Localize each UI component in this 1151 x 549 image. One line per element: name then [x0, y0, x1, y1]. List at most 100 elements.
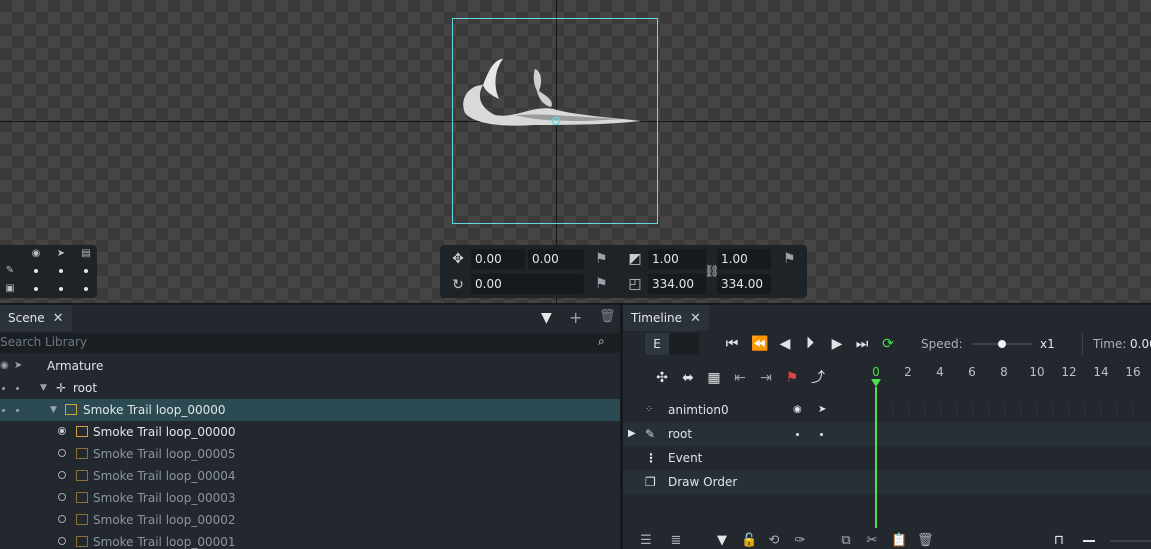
library-search[interactable]: Search Library ⌕ [0, 333, 620, 353]
rotation-input[interactable]: 0.00 [471, 274, 584, 294]
lock-toggle[interactable] [59, 287, 63, 291]
play-icon[interactable]: ⏵ [802, 335, 818, 352]
display-radio[interactable] [58, 449, 66, 457]
tree-node-slot[interactable]: ▼ Smoke Trail loop_00000 [0, 399, 620, 421]
close-icon[interactable]: ✕ [690, 311, 701, 326]
cursor-icon[interactable]: ➤ [55, 248, 67, 259]
zoom-out-icon[interactable] [1083, 540, 1095, 542]
smoke-trail-sprite[interactable] [455, 55, 655, 135]
brush-icon: ✎ [5, 265, 15, 276]
time-label: Time: [1093, 337, 1127, 351]
prev-frame-icon[interactable]: ◀ [777, 336, 793, 352]
visibility-dot[interactable] [2, 409, 5, 412]
key-prev-icon[interactable]: ⇤ [732, 370, 748, 386]
lock-icon[interactable]: 🔓 [741, 533, 757, 548]
display-radio[interactable] [58, 471, 66, 479]
tab-timeline[interactable]: Timeline ✕ [623, 305, 709, 331]
tab-label: Scene [8, 311, 45, 325]
search-icon[interactable]: ⌕ [598, 334, 605, 349]
display-radio[interactable] [58, 515, 66, 523]
key-rotate-icon[interactable]: ▦ [706, 370, 722, 386]
display-radio[interactable] [58, 493, 66, 501]
speed-slider-thumb[interactable] [998, 340, 1006, 348]
lock-dot[interactable] [16, 387, 19, 390]
edit-mode-button[interactable]: E [645, 333, 669, 355]
curve-icon[interactable]: ⤴ [810, 370, 826, 386]
track-label: Draw Order [668, 475, 738, 489]
flag-icon[interactable]: ⚑ [595, 276, 609, 292]
list-icon[interactable]: ☰ [639, 533, 653, 548]
lock-toggle[interactable] [59, 269, 63, 273]
visibility-dot[interactable] [796, 433, 799, 436]
tree-node-root[interactable]: ▼ ✛ root [0, 377, 620, 399]
image-icon [76, 514, 88, 525]
delete-icon[interactable]: 🗑 [917, 533, 934, 548]
slot-icon [65, 404, 77, 415]
outline-toggle[interactable] [84, 269, 88, 273]
tree-node-image[interactable]: Smoke Trail loop_00000 [0, 421, 620, 443]
chevron-down-icon[interactable]: ▼ [40, 377, 47, 399]
rotate-icon: ↻ [452, 277, 464, 293]
scale-y-input[interactable]: 1.00 [717, 249, 771, 269]
tree-node-image[interactable]: Smoke Trail loop_00001 [0, 531, 620, 549]
height-input[interactable]: 334.00 [717, 274, 771, 294]
copy-icon[interactable]: ⧉ [839, 533, 853, 548]
add-icon[interactable]: + [569, 308, 582, 327]
last-frame-icon[interactable]: ⏭ [854, 336, 870, 352]
tree-header: ◉ ➤ Armature [0, 355, 620, 377]
image-icon: ▣ [5, 283, 15, 294]
sync-icon[interactable]: ⟲ [767, 533, 781, 548]
frame-grid[interactable] [870, 398, 1151, 494]
width-input[interactable]: 334.00 [648, 274, 706, 294]
indent-list-icon[interactable]: ≣ [669, 533, 683, 548]
key-next-icon[interactable]: ⇥ [758, 370, 774, 386]
playhead-line[interactable] [875, 387, 877, 528]
visibility-toggle[interactable] [34, 287, 38, 291]
position-x-input[interactable]: 0.00 [471, 249, 525, 269]
key-translate-icon[interactable]: ⬌ [680, 370, 696, 386]
ruler-label: 16 [1125, 365, 1141, 379]
visibility-toggle[interactable] [34, 269, 38, 273]
eye-icon[interactable]: ◉ [30, 248, 42, 259]
eye-icon[interactable]: ◉ [0, 355, 9, 377]
filter-icon[interactable]: ▼ [541, 310, 552, 326]
prev-key-icon[interactable]: ⏪ [751, 336, 768, 352]
pin-icon[interactable]: ✑ [793, 533, 807, 548]
cut-icon[interactable]: ✂ [865, 533, 879, 548]
outline-toggle[interactable] [84, 287, 88, 291]
chevron-down-icon[interactable]: ▼ [50, 399, 57, 421]
tab-scene[interactable]: Scene ✕ [0, 305, 72, 331]
lock-dot[interactable] [16, 409, 19, 412]
lock-dot[interactable] [820, 433, 823, 436]
cursor-icon[interactable]: ➤ [14, 355, 22, 377]
filter-icon[interactable]: ▼ [715, 533, 729, 548]
tree-node-image[interactable]: Smoke Trail loop_00002 [0, 509, 620, 531]
tree-node-image[interactable]: Smoke Trail loop_00004 [0, 465, 620, 487]
ruler-icon[interactable]: ⊓ [1052, 533, 1066, 548]
paste-icon[interactable]: 📋 [891, 533, 907, 548]
position-y-input[interactable]: 0.00 [528, 249, 584, 269]
flag-icon[interactable]: ⚑ [595, 251, 609, 267]
tree-node-image[interactable]: Smoke Trail loop_00005 [0, 443, 620, 465]
key-all-icon[interactable]: ✣ [654, 370, 670, 386]
close-icon[interactable]: ✕ [53, 311, 64, 326]
search-input[interactable]: Search Library [0, 335, 87, 349]
tree-node-image[interactable]: Smoke Trail loop_00003 [0, 487, 620, 509]
trash-icon[interactable]: 🗑 [599, 309, 616, 324]
flag-icon[interactable]: ⚑ [783, 251, 797, 267]
visibility-dot[interactable] [2, 387, 5, 390]
cursor-icon[interactable]: ➤ [818, 398, 826, 422]
zoom-slider[interactable] [1110, 540, 1151, 542]
loop-icon[interactable]: ⟳ [880, 336, 896, 352]
chevron-right-icon[interactable]: ▶ [628, 422, 636, 446]
next-frame-icon[interactable]: ▶ [829, 336, 845, 352]
eye-icon[interactable]: ◉ [793, 398, 802, 422]
display-radio[interactable] [58, 537, 66, 545]
hierarchy-icon[interactable]: ▤ [80, 248, 92, 259]
first-frame-icon[interactable]: ⏮ [724, 336, 740, 352]
auto-key-icon[interactable]: ⚑ [784, 370, 800, 386]
display-radio[interactable] [58, 427, 66, 435]
layer-visibility-panel: ◉ ➤ ▤ ✎ ▣ [0, 245, 97, 298]
draw-order-icon: ❐ [645, 475, 656, 489]
scale-x-input[interactable]: 1.00 [648, 249, 706, 269]
